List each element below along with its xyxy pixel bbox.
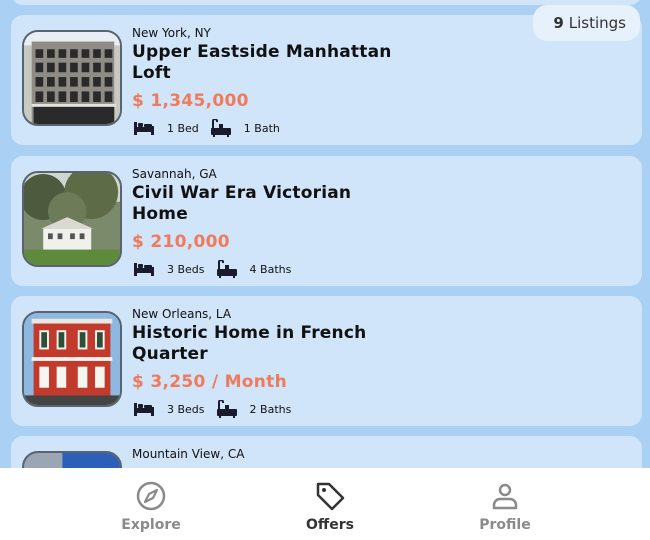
listings-count: 9: [553, 14, 564, 32]
listing-card[interactable]: New Orleans, LA Historic Home in French …: [11, 296, 642, 426]
listing-photo: [22, 30, 122, 126]
listing-location: Savannah, GA: [132, 167, 217, 181]
tab-profile[interactable]: Profile: [445, 480, 565, 533]
baths-label: 1 Bath: [243, 121, 280, 135]
listing-specs: 3 Beds 4 Baths: [134, 260, 303, 278]
beds-label: 1 Bed: [167, 121, 199, 135]
listing-location: New Orleans, LA: [132, 307, 232, 321]
listing-photo: [22, 171, 122, 267]
listing-price: $ 3,250 / Month: [132, 372, 287, 392]
listing-title[interactable]: Upper Eastside Manhattan Loft: [132, 42, 392, 84]
listing-specs: 3 Beds 2 Baths: [134, 400, 303, 418]
listing-location: New York, NY: [132, 26, 211, 40]
listings-label: Listings: [568, 14, 626, 32]
baths-label: 4 Baths: [249, 262, 292, 276]
tab-label: Profile: [479, 517, 531, 533]
listings-list[interactable]: New York, NY Upper Eastside Manhattan Lo…: [0, 0, 650, 468]
bed-icon: [134, 122, 154, 135]
listing-price: $ 210,000: [132, 232, 230, 252]
tab-offers[interactable]: Offers: [270, 480, 390, 533]
bottom-tab-bar: Explore Offers Profile: [0, 468, 650, 540]
person-icon: [492, 483, 518, 510]
beds-label: 3 Beds: [167, 262, 205, 276]
listing-specs: 1 Bed 1 Bath: [134, 119, 292, 137]
listing-card[interactable]: Savannah, GA Civil War Era Victorian Hom…: [11, 156, 642, 286]
baths-label: 2 Baths: [249, 402, 292, 416]
tab-label: Offers: [306, 517, 354, 533]
tab-label: Explore: [121, 517, 181, 533]
listing-photo: [22, 311, 122, 407]
bed-icon: [134, 403, 154, 416]
bed-icon: [134, 263, 154, 276]
tag-icon: [316, 482, 345, 511]
tab-explore[interactable]: Explore: [91, 480, 211, 533]
compass-icon: [136, 481, 166, 511]
listing-photo: [22, 451, 122, 468]
bathtub-icon: [216, 400, 237, 418]
listing-location: Mountain View, CA: [132, 447, 245, 461]
bathtub-icon: [216, 260, 237, 278]
beds-label: 3 Beds: [167, 402, 205, 416]
listing-title[interactable]: Civil War Era Victorian Home: [132, 183, 392, 225]
listings-count-badge: 9 Listings: [533, 5, 640, 41]
listing-price: $ 1,345,000: [132, 91, 249, 111]
listing-title[interactable]: Historic Home in French Quarter: [132, 323, 392, 365]
listing-card[interactable]: Mountain View, CA: [11, 436, 642, 468]
bathtub-icon: [210, 119, 231, 137]
